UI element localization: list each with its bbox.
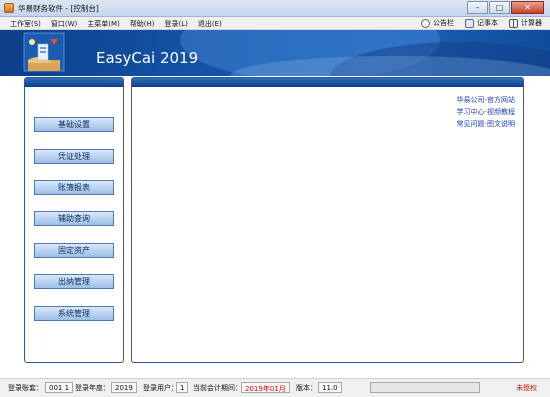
status-year-label: 登录年度： bbox=[75, 384, 110, 392]
maximize-button[interactable]: □ bbox=[489, 1, 510, 14]
status-bar: 登录账套： 001 1 登录年度： 2019 登录用户： 1 当前会计期间： 2… bbox=[0, 378, 550, 397]
status-version-label: 版本： bbox=[296, 384, 317, 392]
menu-bar: 工作室(S) 窗口(W) 主菜单(M) 帮助(H) 登录(L) 退出(E) 公告… bbox=[0, 17, 550, 30]
title-bar: 华易财务软件 - [控制台] – □ ✕ bbox=[0, 0, 550, 17]
link-list: 华易公司-官方网站 学习中心-视频教程 常见问题-图文说明 bbox=[456, 94, 515, 130]
banner-title: EasyCai 2019 bbox=[96, 49, 199, 67]
module-button-voucher[interactable]: 凭证处理 bbox=[34, 149, 114, 164]
menu-item-help[interactable]: 帮助(H) bbox=[130, 19, 155, 29]
status-user-value: 1 bbox=[176, 382, 189, 393]
main-panel: 华易公司-官方网站 学习中心-视频教程 常见问题-图文说明 bbox=[131, 77, 524, 363]
link-faq[interactable]: 常见问题-图文说明 bbox=[456, 118, 515, 130]
main-panel-header bbox=[132, 78, 523, 87]
module-button-cashier[interactable]: 出纳管理 bbox=[34, 274, 114, 289]
status-authorization: 未授权 bbox=[516, 384, 537, 392]
link-video-tutorials[interactable]: 学习中心-视频教程 bbox=[456, 106, 515, 118]
link-official-site[interactable]: 华易公司-官方网站 bbox=[456, 94, 515, 106]
menu-item-exit[interactable]: 退出(E) bbox=[198, 19, 222, 29]
minimize-button[interactable]: – bbox=[467, 1, 488, 14]
menu-item-window[interactable]: 窗口(W) bbox=[51, 19, 77, 29]
status-account-set-label: 登录账套： bbox=[8, 384, 43, 392]
module-button-basic-settings[interactable]: 基础设置 bbox=[34, 117, 114, 132]
module-button-system[interactable]: 系统管理 bbox=[34, 306, 114, 321]
banner: EasyCai 2019 bbox=[0, 30, 550, 76]
notepad-label: 记事本 bbox=[477, 19, 498, 27]
window-title: 华易财务软件 - [控制台] bbox=[18, 4, 99, 13]
status-period-label: 当前会计期间： bbox=[193, 384, 242, 392]
calculator-label: 计算器 bbox=[521, 19, 542, 27]
status-account-set-value: 001 1 bbox=[45, 382, 74, 393]
module-button-query[interactable]: 辅助查询 bbox=[34, 211, 114, 226]
module-panel: 基础设置 凭证处理 账簿报表 辅助查询 固定资产 出纳管理 系统管理 bbox=[24, 77, 124, 363]
window-controls: – □ ✕ bbox=[467, 1, 544, 14]
banner-logo-image bbox=[23, 32, 65, 72]
status-version-value: 11.0 bbox=[318, 382, 342, 393]
bulletin-label: 公告栏 bbox=[433, 19, 454, 27]
menu-item-login[interactable]: 登录(L) bbox=[165, 19, 188, 29]
status-year-value: 2019 bbox=[111, 382, 137, 393]
notepad-icon bbox=[465, 18, 474, 28]
calculator-icon bbox=[509, 18, 518, 28]
menu-item-main-menu[interactable]: 主菜单(M) bbox=[87, 19, 120, 29]
bulletin-button[interactable]: 公告栏 bbox=[421, 18, 454, 28]
module-panel-header bbox=[25, 78, 123, 87]
bulletin-icon bbox=[421, 18, 430, 28]
status-progress-bar bbox=[370, 382, 480, 393]
module-button-ledger-reports[interactable]: 账簿报表 bbox=[34, 180, 114, 195]
close-button[interactable]: ✕ bbox=[511, 1, 544, 14]
menu-item-workroom[interactable]: 工作室(S) bbox=[10, 19, 41, 29]
module-button-fixed-assets[interactable]: 固定资产 bbox=[34, 243, 114, 258]
status-period-value: 2019年01月 bbox=[241, 382, 290, 393]
status-user-label: 登录用户： bbox=[143, 384, 178, 392]
notepad-button[interactable]: 记事本 bbox=[465, 18, 498, 28]
app-icon bbox=[4, 3, 14, 13]
calculator-button[interactable]: 计算器 bbox=[509, 18, 542, 28]
